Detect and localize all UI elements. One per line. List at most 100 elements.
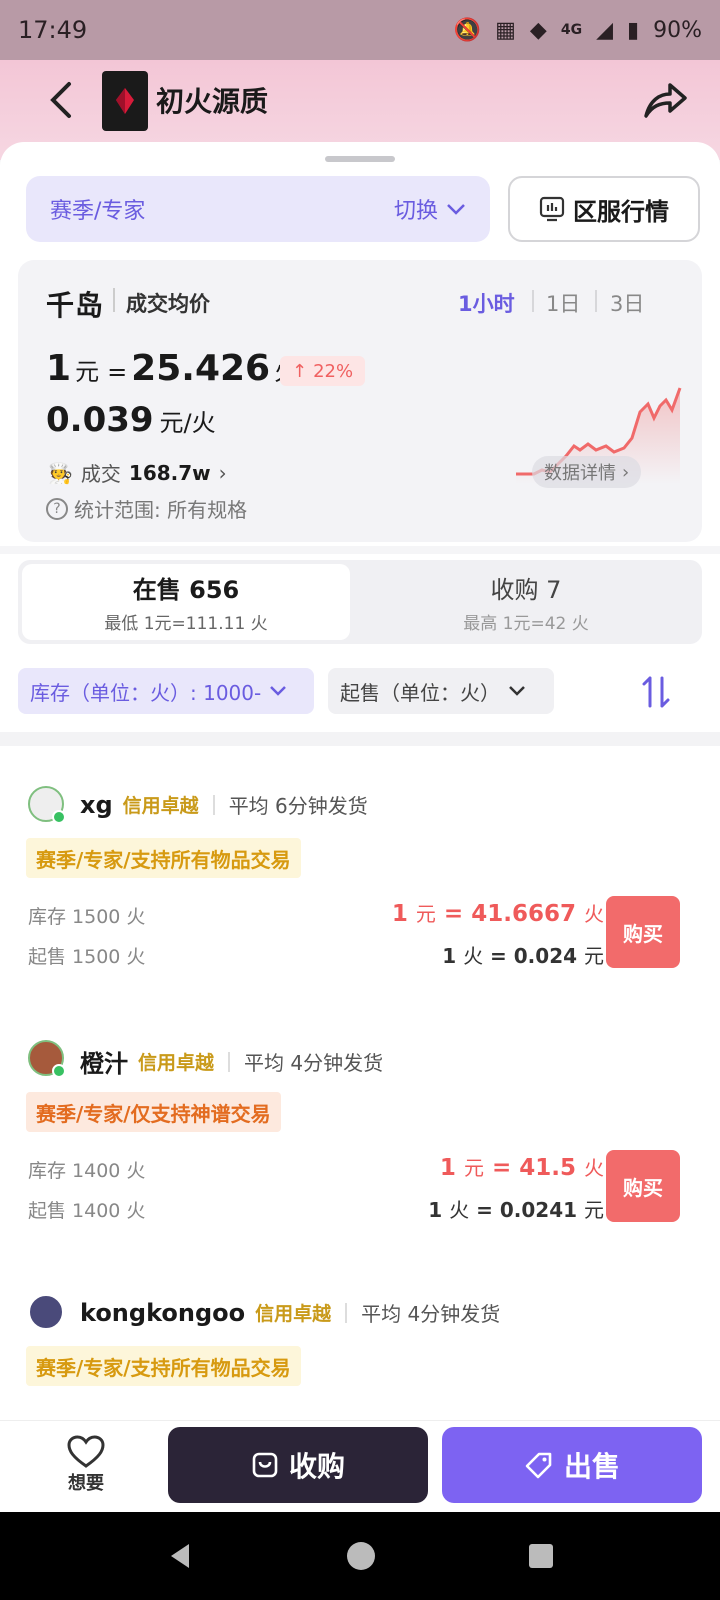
timeframe-1h[interactable]: 1小时 [458,288,515,318]
avg-price-label: 成交均价 [126,292,210,316]
avatar[interactable] [28,1294,64,1330]
crystal-icon [116,88,134,114]
unit-price-value: 0.039 [46,400,154,440]
tab-sub: 最高 1元=42 火 [463,614,589,634]
volume-value: 168.7w [128,460,211,485]
listing-card[interactable]: 橙汁 信用卓越 平均 4分钟发货 赛季/专家/仅支持神谱交易 库存 1400 火… [0,1016,720,1256]
want-label: 想要 [68,1473,104,1494]
price-card: 千岛 成交均价 1小时 1日 3日 1 元 = 25.426 火 ↑ 22% 0… [18,260,702,542]
seller-name[interactable]: xg [80,791,113,819]
nav-back-icon[interactable] [165,1541,195,1571]
listing-card[interactable]: kongkongoo 信用卓越 平均 4分钟发货 赛季/专家/支持所有物品交易 [0,1270,720,1420]
buy-button[interactable]: 购买 [606,1150,680,1222]
seller-info: xg 信用卓越 平均 6分钟发货 [80,790,368,819]
seller-info: kongkongoo 信用卓越 平均 4分钟发货 [80,1298,500,1327]
online-indicator [52,810,66,824]
sort-icon [642,676,670,708]
switch-label: 切换 [393,199,438,224]
rate-value: 25.426 [131,348,271,389]
sell-label: 出售 [563,1450,620,1483]
collect-button[interactable]: 收购 [168,1427,428,1503]
nav-recents-icon[interactable] [527,1542,555,1570]
buy-button[interactable]: 购买 [606,896,680,968]
season-selector[interactable]: 赛季/专家 切换 [26,176,490,242]
min-sale-text: 起售 1500 火 [28,946,146,968]
scope-text: 统计范围: 所有规格 [74,498,248,522]
share-icon [644,83,687,118]
chevron-left-icon [50,82,71,118]
system-nav-bar [0,1512,720,1600]
chevron-down-icon [509,686,525,696]
listing-unit-price: 1 火 = 0.0241 元 [428,1198,604,1222]
ship-time: 平均 4分钟发货 [361,1302,501,1326]
tab-label: 在售 656 [132,576,240,604]
online-indicator [52,1064,66,1078]
seller-name[interactable]: kongkongoo [80,1299,245,1327]
listing-tag: 赛季/专家/仅支持神谱交易 [26,1092,281,1132]
tab-label: 收购 7 [490,576,562,604]
share-button[interactable] [640,76,690,126]
tab-on-sale[interactable]: 在售 656 最低 1元=111.11 火 [22,564,350,640]
want-button[interactable]: 想要 [62,1435,110,1495]
rate-unit: 元 [75,358,100,386]
rate-left: 1 [439,1155,456,1181]
listing-rate: 1 元 = 41.6667 火 [391,901,604,927]
nav-home-icon[interactable] [345,1540,377,1572]
sell-button[interactable]: 出售 [442,1427,702,1503]
bag-icon [252,1452,278,1478]
stock-filter[interactable]: 库存（单位：火）: 1000- [18,668,314,714]
switch-button[interactable]: 切换 [394,193,466,225]
volume-link[interactable]: 🧑‍🍳 成交 168.7w › [48,458,227,487]
section-divider [0,732,720,746]
unit-price-suffix: 元/火 [159,409,216,437]
listing-rate: 1 元 = 41.5 火 [439,1155,604,1181]
qiandao-logo: 千岛 [46,289,105,322]
detail-label: 数据详情 [544,463,616,484]
change-badge: ↑ 22% [280,356,366,386]
credit-badge: 信用卓越 [255,1303,332,1325]
battery-icon: ▮ [626,17,640,43]
rate-right: 41.5 [519,1155,576,1181]
status-time: 17:49 [18,16,88,44]
tab-buying[interactable]: 收购 7 最高 1元=42 火 [354,564,698,640]
timeframe-1d[interactable]: 1日 [546,288,580,318]
chevron-right-icon: › [622,461,630,483]
unit-left: 1 [428,1198,443,1222]
seller-name[interactable]: 橙汁 [80,1044,128,1079]
ship-time: 平均 6分钟发货 [228,794,368,818]
credit-badge: 信用卓越 [138,1052,215,1074]
monitor-chart-icon [539,196,565,222]
chevron-right-icon: › [218,460,227,485]
question-icon[interactable]: ? [46,497,68,520]
signal-icon: ◢ [596,17,613,43]
season-label: 赛季/专家 [50,199,146,224]
min-sale-filter-label: 起售（单位：火） [340,680,500,705]
back-button[interactable] [40,80,80,120]
exchange-rate: 1 元 = 25.426 火 [46,348,302,389]
divider [595,290,597,312]
arrow-up-icon: ↑ [292,360,308,382]
status-bar: 17:49 🔕 ▦ ◆ 4G ◢ ▮ 90% [0,0,720,60]
rate-equals: = [107,358,128,386]
divider [212,794,215,815]
drag-handle[interactable] [325,156,395,162]
timeframe-3d[interactable]: 3日 [610,288,644,318]
data-detail-button[interactable]: 数据详情 › [532,456,642,488]
sim-icon: ▦ [495,17,516,43]
unit-right: 0.024 [513,944,578,968]
game-icon [102,71,148,131]
tab-sub: 最低 1元=111.11 火 [104,614,268,634]
stat-scope: ? 统计范围: 所有规格 [46,494,247,523]
volume-label: 成交 [80,462,121,486]
stock-text: 库存 1400 火 [28,1160,146,1182]
collect-label: 收购 [288,1450,345,1483]
unit-price: 0.039 元/火 [46,400,216,440]
divider [345,1302,348,1323]
listing-card[interactable]: xg 信用卓越 平均 6分钟发货 赛季/专家/支持所有物品交易 库存 1500 … [0,762,720,1002]
sort-button[interactable] [636,672,676,712]
region-market-button[interactable]: 区服行情 [508,176,700,242]
rate-prefix: 1 [46,348,72,389]
chef-icon: 🧑‍🍳 [48,460,73,485]
chevron-down-icon [447,204,465,215]
min-sale-filter[interactable]: 起售（单位：火） [328,668,554,714]
